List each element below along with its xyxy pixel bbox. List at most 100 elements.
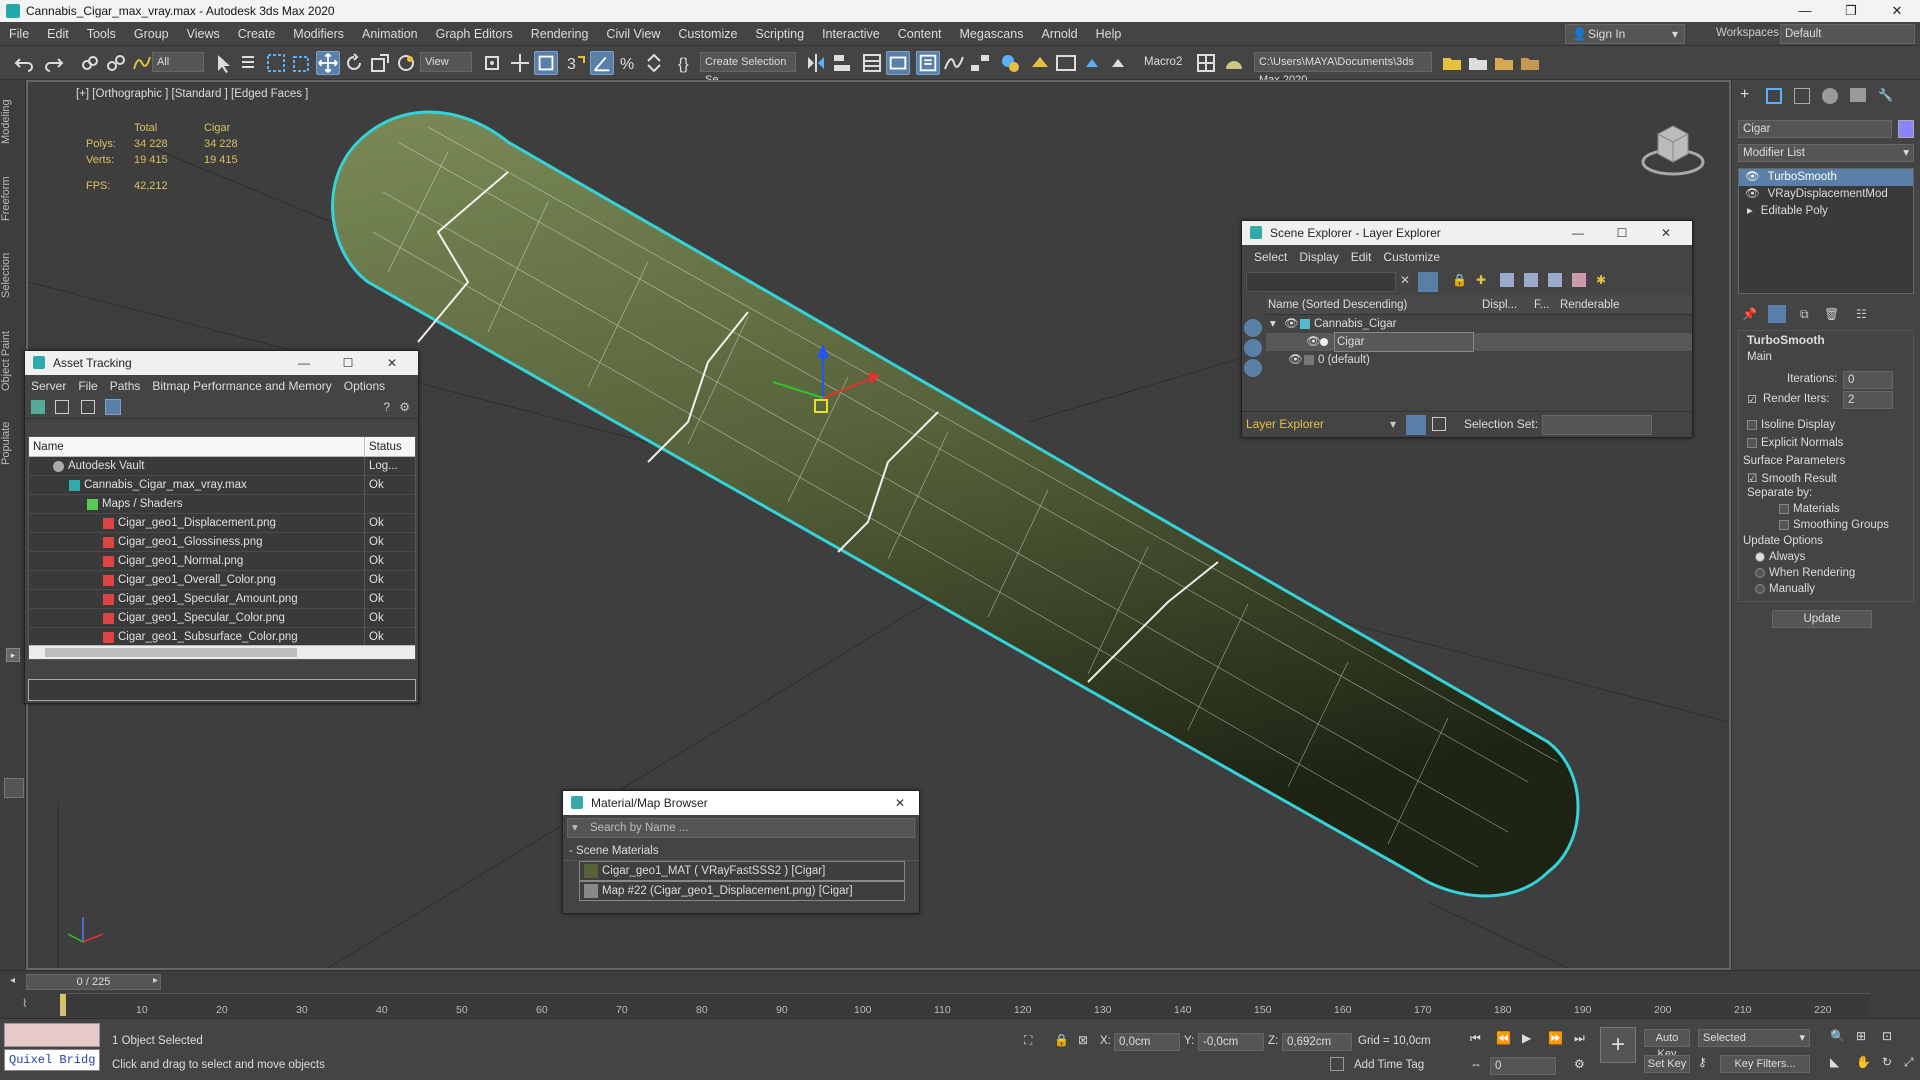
prev-frame-icon[interactable]: ◂	[10, 975, 15, 986]
modifier-list-select[interactable]: Modifier List ▾	[1738, 144, 1914, 162]
pan-icon[interactable]: ✋	[1856, 1055, 1871, 1069]
x-coordinate-field[interactable]: 0,0cm	[1114, 1033, 1180, 1051]
menu-select[interactable]: Select	[1248, 250, 1293, 264]
col-renderable[interactable]: Renderable	[1560, 295, 1670, 314]
viewport-label[interactable]: [+] [Orthographic ] [Standard ] [Edged F…	[76, 88, 308, 100]
display-invert-icon[interactable]	[1244, 359, 1262, 377]
workspace-select[interactable]: Default	[1780, 24, 1915, 44]
asset-path-field[interactable]	[28, 679, 416, 701]
utilities-tab-icon[interactable]: 🔧	[1878, 88, 1893, 102]
maximize-button[interactable]: ☐	[1600, 221, 1644, 245]
create-tab-icon[interactable]: +	[1740, 86, 1749, 104]
field-of-view-icon[interactable]: ◣	[1830, 1055, 1839, 1069]
display-none-icon[interactable]	[1244, 319, 1262, 337]
menu-customize[interactable]: Customize	[1377, 250, 1446, 264]
add-time-tag-button[interactable]: Add Time Tag	[1354, 1059, 1424, 1071]
z-coordinate-field[interactable]: 0,692cm	[1282, 1033, 1352, 1051]
scene-search-input[interactable]	[1246, 272, 1396, 292]
tree-row[interactable]: ▾ 👁 Cannabis_Cigar	[1266, 315, 1692, 333]
unlink-icon[interactable]	[104, 51, 128, 75]
key-filter-icon[interactable]: ⚷	[1698, 1055, 1707, 1069]
next-key-icon[interactable]: ⏩	[1548, 1031, 1563, 1045]
undo-icon[interactable]	[12, 51, 36, 75]
smoothing-groups-checkbox[interactable]: Smoothing Groups	[1779, 519, 1889, 531]
when-rendering-radio[interactable]: When Rendering	[1755, 567, 1855, 579]
sub-project-icon[interactable]	[1492, 51, 1516, 75]
layer-tools-icon[interactable]	[1572, 273, 1586, 287]
spinner-snap-icon[interactable]	[642, 51, 666, 75]
add-layer-icon[interactable]: ✚	[1476, 273, 1486, 287]
material-browser-titlebar[interactable]: Material/Map Browser ✕	[563, 791, 919, 815]
help-icon[interactable]: ?	[383, 400, 390, 414]
menu-graph-editors[interactable]: Graph Editors	[427, 22, 522, 46]
menu-tools[interactable]: Tools	[78, 22, 125, 46]
set-key-button[interactable]: Set Key	[1644, 1055, 1690, 1073]
scene-materials-section[interactable]: - Scene Materials	[563, 841, 919, 861]
tree-row[interactable]: 👁 0 (default)	[1266, 351, 1692, 369]
render-iters-spinner[interactable]: 2	[1843, 391, 1893, 409]
filter-icon[interactable]	[1418, 272, 1438, 292]
move-icon[interactable]	[316, 51, 340, 75]
tab-modeling[interactable]: Modeling	[0, 84, 26, 160]
quixel-bridge-button[interactable]: Quixel Bridg	[4, 1049, 100, 1071]
tab-selection[interactable]: Selection	[0, 240, 26, 310]
selection-filter-select[interactable]: All	[152, 52, 204, 72]
goto-end-icon[interactable]: ⏭	[1574, 1031, 1585, 1046]
key-mode-select[interactable]: Selected ▾	[1698, 1029, 1810, 1047]
smooth-result-checkbox[interactable]: ☑ Smooth Result	[1747, 471, 1837, 485]
expand-chevron-icon[interactable]: ▾	[1270, 315, 1284, 333]
materials-checkbox[interactable]: Materials	[1779, 503, 1840, 515]
scale-icon[interactable]	[368, 51, 392, 75]
object-color-swatch[interactable]	[1898, 120, 1914, 138]
isoline-display-checkbox[interactable]: Isoline Display	[1747, 419, 1835, 431]
place-icon[interactable]	[394, 51, 418, 75]
menu-edit[interactable]: Edit	[38, 22, 78, 46]
menu-modifiers[interactable]: Modifiers	[284, 22, 353, 46]
selection-set-select[interactable]	[1542, 415, 1652, 435]
selection-lock-icon[interactable]: 🔒	[1054, 1033, 1069, 1047]
hierarchy-icon[interactable]	[1548, 273, 1562, 287]
menu-server[interactable]: Server	[25, 379, 72, 393]
menu-options[interactable]: Options	[338, 379, 391, 393]
viewport-layout-button[interactable]	[4, 778, 24, 798]
menu-rendering[interactable]: Rendering	[522, 22, 598, 46]
grid-icon[interactable]	[1194, 51, 1218, 75]
set-key-big-button[interactable]: +	[1600, 1027, 1636, 1063]
project-config-icon[interactable]	[1518, 51, 1542, 75]
table-view-icon[interactable]	[81, 400, 95, 414]
layer-sort-icon[interactable]	[1524, 273, 1538, 287]
col-name[interactable]: Name	[29, 437, 365, 456]
menu-display[interactable]: Display	[1293, 250, 1344, 264]
layers-icon[interactable]	[1500, 273, 1514, 287]
close-button[interactable]: ✕	[1874, 0, 1920, 22]
maximize-button[interactable]: ❐	[1828, 0, 1874, 22]
megascans-icon[interactable]	[1222, 51, 1246, 75]
chevron-right-icon[interactable]: ▸	[1747, 205, 1753, 217]
list-item[interactable]: Cannabis_Cigar_max_vray.max Ok	[29, 476, 415, 495]
visibility-eye-icon[interactable]: 👁	[1284, 315, 1300, 333]
zoom-extents-icon[interactable]: ⊡	[1882, 1029, 1892, 1043]
menu-scripting[interactable]: Scripting	[746, 22, 813, 46]
horizontal-scrollbar[interactable]	[29, 645, 415, 659]
col-frozen[interactable]: F...	[1534, 295, 1560, 314]
edit-named-selection-icon[interactable]: {}	[674, 51, 698, 75]
list-item[interactable]: Cigar_geo1_Glossiness.png Ok	[29, 533, 415, 552]
y-coordinate-field[interactable]: -0,0cm	[1198, 1033, 1264, 1051]
configure-sets-icon[interactable]: ☷	[1856, 307, 1867, 321]
render-activeshade-icon[interactable]	[1106, 51, 1130, 75]
list-item[interactable]: Cigar_geo1_MAT ( VRayFastSSS2 ) [Cigar]	[579, 861, 905, 881]
list-view-icon[interactable]	[55, 400, 69, 414]
list-item[interactable]: Map #22 (Cigar_geo1_Displacement.png) [C…	[579, 881, 905, 901]
chevron-down-icon[interactable]: ▾	[572, 819, 578, 837]
viewcube[interactable]	[1638, 112, 1708, 182]
zoom-all-icon[interactable]: ⊞	[1856, 1029, 1866, 1043]
auto-key-button[interactable]: Auto Key	[1644, 1029, 1690, 1060]
select-manipulate-icon[interactable]	[508, 51, 532, 75]
toggle-ribbon-icon[interactable]	[886, 51, 910, 75]
minimize-button[interactable]: —	[282, 351, 326, 375]
close-button[interactable]: ✕	[1644, 221, 1688, 245]
named-selection-set-select[interactable]: Create Selection Se	[700, 52, 796, 86]
col-name[interactable]: Name (Sorted Descending)	[1266, 295, 1482, 314]
project-path-select[interactable]: C:\Users\MAYA\Documents\3ds Max 2020	[1254, 52, 1432, 86]
next-frame-icon[interactable]: ▸	[153, 975, 158, 986]
